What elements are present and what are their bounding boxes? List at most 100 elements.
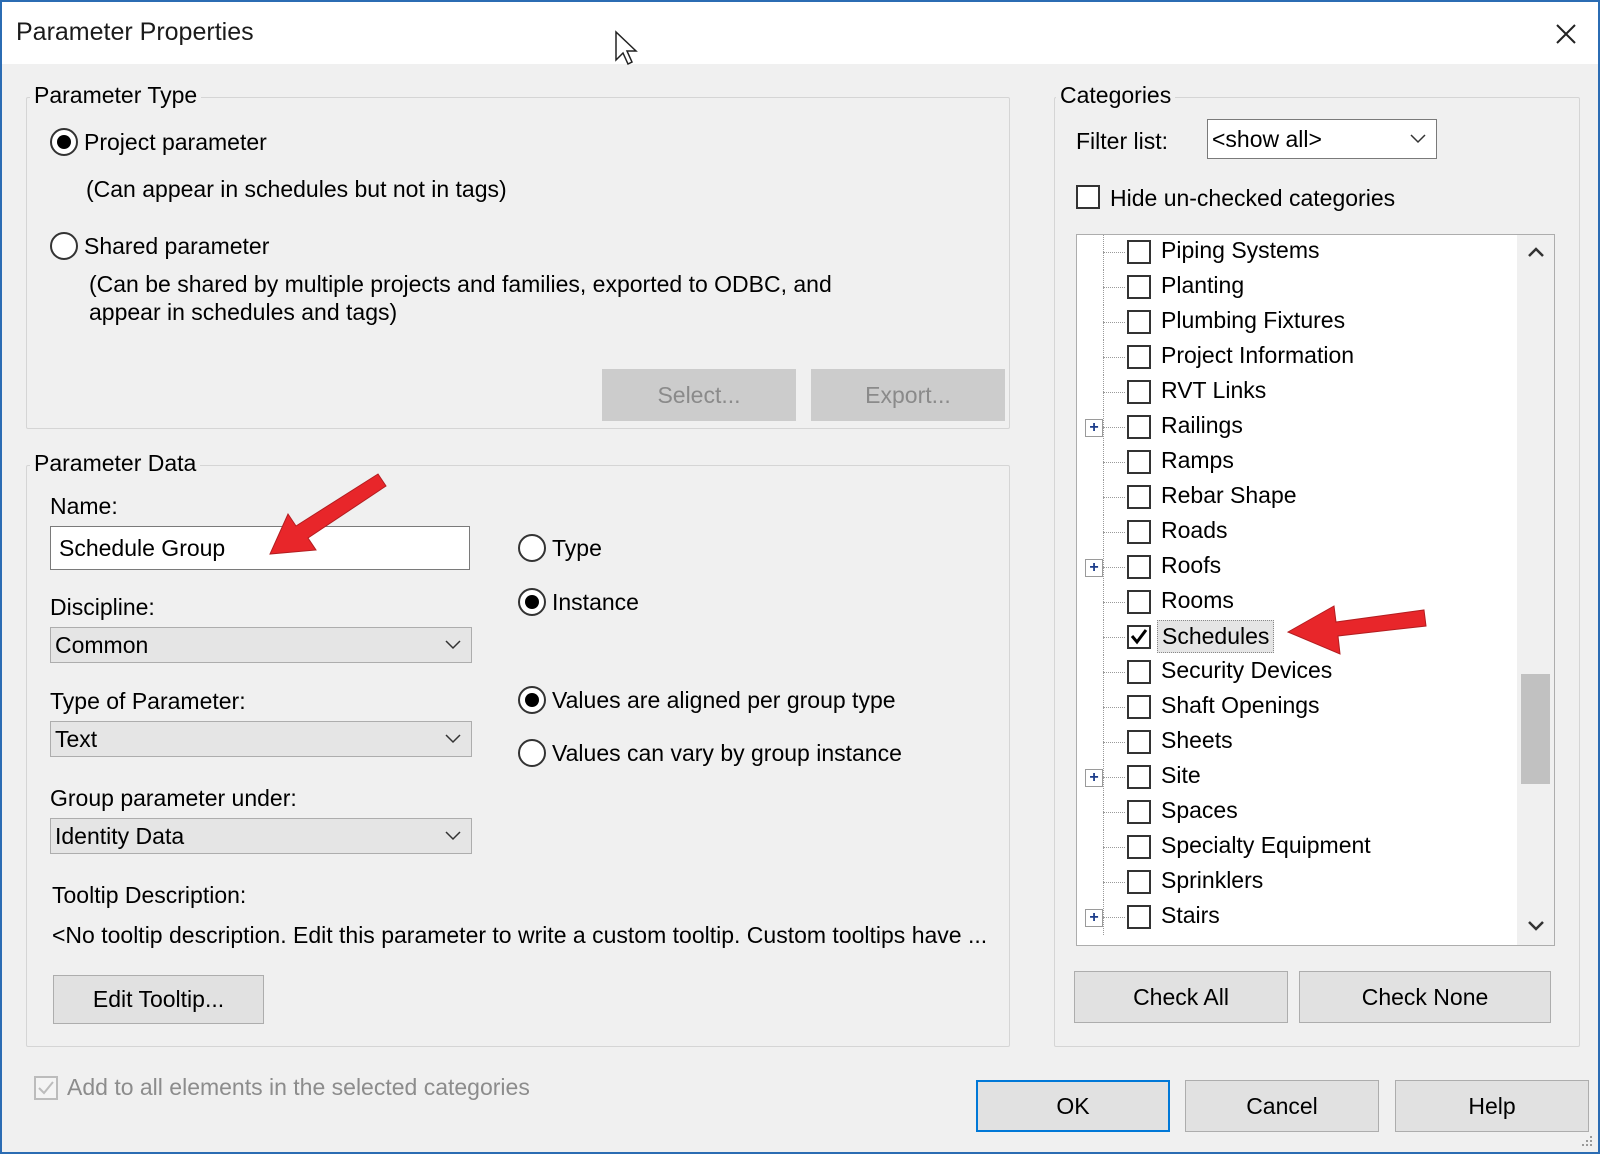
ok-button[interactable]: OK (976, 1080, 1170, 1132)
category-label[interactable]: Roofs (1157, 552, 1225, 579)
category-label[interactable]: RVT Links (1157, 377, 1270, 404)
category-checkbox[interactable] (1127, 660, 1151, 684)
category-label[interactable]: Specialty Equipment (1157, 832, 1375, 859)
categories-heading: Categories (1056, 82, 1176, 109)
category-row[interactable]: Ramps (1077, 445, 1517, 480)
scrollbar-thumb[interactable] (1521, 674, 1550, 784)
expand-plus-icon[interactable]: + (1085, 909, 1103, 927)
category-label[interactable]: Plumbing Fixtures (1157, 307, 1349, 334)
category-row[interactable]: RVT Links (1077, 375, 1517, 410)
category-checkbox[interactable] (1127, 380, 1151, 404)
values-vary-radio[interactable] (518, 739, 546, 767)
category-checkbox[interactable] (1127, 730, 1151, 754)
values-vary-label[interactable]: Values can vary by group instance (552, 740, 902, 767)
tree-connector (1103, 707, 1125, 708)
select-button[interactable]: Select... (602, 369, 796, 421)
category-label[interactable]: Roads (1157, 517, 1231, 544)
category-checkbox[interactable] (1127, 275, 1151, 299)
category-label[interactable]: Planting (1157, 272, 1248, 299)
category-checkbox[interactable] (1127, 415, 1151, 439)
expand-plus-icon[interactable]: + (1085, 769, 1103, 787)
category-checkbox[interactable] (1127, 870, 1151, 894)
category-label[interactable]: Schedules (1157, 620, 1275, 653)
instance-radio[interactable] (518, 588, 546, 616)
discipline-dropdown[interactable]: Common (50, 627, 472, 663)
values-aligned-radio[interactable] (518, 686, 546, 714)
category-label[interactable]: Sheets (1157, 727, 1237, 754)
category-row[interactable]: Shaft Openings (1077, 690, 1517, 725)
category-label[interactable]: Shaft Openings (1157, 692, 1324, 719)
category-label[interactable]: Piping Systems (1157, 237, 1324, 264)
category-checkbox[interactable] (1127, 485, 1151, 509)
category-checkbox[interactable] (1127, 520, 1151, 544)
category-row[interactable]: Sprinklers (1077, 865, 1517, 900)
check-all-button[interactable]: Check All (1074, 971, 1288, 1023)
category-checkbox[interactable] (1127, 800, 1151, 824)
category-checkbox[interactable] (1127, 905, 1151, 929)
category-label[interactable]: Railings (1157, 412, 1247, 439)
category-row[interactable]: Planting (1077, 270, 1517, 305)
project-parameter-label[interactable]: Project parameter (84, 129, 267, 156)
category-row[interactable]: + Site (1077, 760, 1517, 795)
shared-parameter-label[interactable]: Shared parameter (84, 233, 269, 260)
category-label[interactable]: Project Information (1157, 342, 1358, 369)
category-checkbox[interactable] (1127, 240, 1151, 264)
category-checkbox[interactable] (1127, 450, 1151, 474)
category-checkbox[interactable] (1127, 345, 1151, 369)
category-checkbox[interactable] (1127, 555, 1151, 579)
type-radio-label[interactable]: Type (552, 535, 602, 562)
cancel-button[interactable]: Cancel (1185, 1080, 1379, 1132)
category-checkbox[interactable] (1127, 835, 1151, 859)
category-label[interactable]: Rebar Shape (1157, 482, 1301, 509)
category-checkbox[interactable] (1127, 590, 1151, 614)
category-row[interactable]: + Railings (1077, 410, 1517, 445)
category-label[interactable]: Spaces (1157, 797, 1242, 824)
category-row[interactable]: Roads (1077, 515, 1517, 550)
category-row[interactable]: Rebar Shape (1077, 480, 1517, 515)
resize-grip-icon[interactable] (1578, 1132, 1594, 1148)
chevron-down-icon[interactable] (1525, 915, 1547, 937)
shared-parameter-radio[interactable] (50, 232, 78, 260)
expand-plus-icon[interactable]: + (1085, 419, 1103, 437)
category-row[interactable]: Project Information (1077, 340, 1517, 375)
filter-list-dropdown[interactable]: <show all> (1207, 119, 1437, 159)
check-none-button[interactable]: Check None (1299, 971, 1551, 1023)
category-row[interactable]: Plumbing Fixtures (1077, 305, 1517, 340)
parameter-type-heading: Parameter Type (30, 82, 202, 109)
type-of-parameter-dropdown[interactable]: Text (50, 721, 472, 757)
categories-scrollbar[interactable] (1517, 235, 1554, 945)
project-parameter-radio[interactable] (50, 128, 78, 156)
category-checkbox[interactable] (1127, 695, 1151, 719)
category-row[interactable]: + Stairs (1077, 900, 1517, 935)
checkmark-icon (38, 1081, 54, 1095)
chevron-up-icon[interactable] (1525, 241, 1547, 263)
add-to-all-label[interactable]: Add to all elements in the selected cate… (67, 1074, 530, 1101)
name-input[interactable]: Schedule Group (50, 526, 470, 570)
type-radio[interactable] (518, 534, 546, 562)
category-label[interactable]: Rooms (1157, 587, 1238, 614)
category-row[interactable]: Spaces (1077, 795, 1517, 830)
category-row[interactable]: Piping Systems (1077, 235, 1517, 270)
edit-tooltip-button[interactable]: Edit Tooltip... (53, 975, 264, 1024)
category-row[interactable]: Specialty Equipment (1077, 830, 1517, 865)
instance-radio-label[interactable]: Instance (552, 589, 639, 616)
category-label[interactable]: Ramps (1157, 447, 1238, 474)
category-checkbox[interactable] (1127, 310, 1151, 334)
category-row[interactable]: Sheets (1077, 725, 1517, 760)
hide-unchecked-checkbox[interactable] (1076, 185, 1100, 209)
category-label[interactable]: Site (1157, 762, 1205, 789)
category-checkbox[interactable] (1127, 765, 1151, 789)
help-button[interactable]: Help (1395, 1080, 1589, 1132)
hide-unchecked-label[interactable]: Hide un-checked categories (1110, 185, 1395, 212)
category-label[interactable]: Sprinklers (1157, 867, 1267, 894)
category-label[interactable]: Stairs (1157, 902, 1224, 929)
values-aligned-label[interactable]: Values are aligned per group type (552, 687, 896, 714)
category-row[interactable]: + Roofs (1077, 550, 1517, 585)
group-parameter-under-dropdown[interactable]: Identity Data (50, 818, 472, 854)
add-to-all-checkbox[interactable] (34, 1076, 58, 1100)
expand-plus-icon[interactable]: + (1085, 559, 1103, 577)
filter-list-label: Filter list: (1076, 128, 1168, 154)
export-button[interactable]: Export... (811, 369, 1005, 421)
category-checkbox[interactable] (1127, 625, 1151, 649)
close-button[interactable] (1544, 14, 1588, 54)
